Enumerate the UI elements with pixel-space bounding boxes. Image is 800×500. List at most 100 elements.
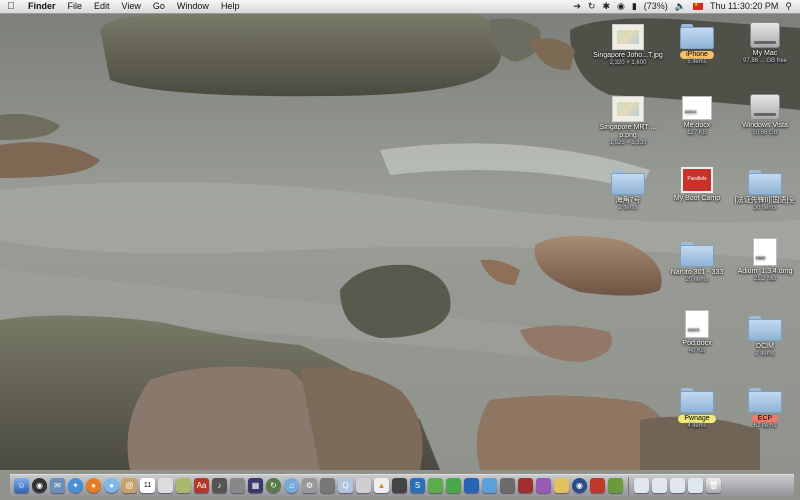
desktop-icon-forensic-folder[interactable]: [法证先锋II][国语]全 30 items — [730, 170, 800, 212]
desktop-icon-info: 50.86 GB — [752, 130, 778, 136]
desktop-icon-naruto-folder[interactable]: Naruto 301 - 333 20 items — [662, 242, 732, 284]
spotlight-search-icon[interactable]: ⚲ — [785, 0, 792, 13]
preview-icon[interactable] — [158, 478, 173, 493]
app-olive-icon[interactable] — [608, 478, 623, 493]
quicktime-icon[interactable]: Q — [338, 478, 353, 493]
image-file-icon — [612, 96, 644, 122]
folder-icon — [748, 316, 782, 341]
folder-icon — [680, 388, 714, 413]
applications-stack-icon[interactable] — [688, 478, 703, 493]
app-yellow-icon[interactable] — [554, 478, 569, 493]
automator-icon[interactable] — [230, 478, 245, 493]
app-green-icon[interactable] — [446, 478, 461, 493]
trash-icon[interactable]: 🗑 — [706, 478, 721, 493]
menu-bar:  Finder File Edit View Go Window Help ➔… — [0, 0, 800, 14]
battery-percent[interactable]: (73%) — [644, 0, 668, 13]
folder-icon — [680, 24, 714, 49]
vlc-icon[interactable]: ▲ — [374, 478, 389, 493]
desktop-icon-info: 1,925 × 1,339 — [609, 140, 647, 146]
desktop-icon-label: My Mac — [752, 50, 778, 57]
desktop-icon-ecp-folder[interactable]: ECP 62 items — [730, 388, 800, 430]
desktop-icon-dcim-folder[interactable]: DCIM 2 items — [730, 316, 800, 358]
bluetooth-icon[interactable]: ✱ — [602, 0, 610, 13]
ichat-icon[interactable]: ● — [104, 478, 119, 493]
desktop-icon-my-boot-camp[interactable]: Parallels My Boot Camp — [662, 167, 732, 203]
firefox-icon[interactable]: ● — [86, 478, 101, 493]
desktop-icon-info: 2 items — [618, 205, 638, 211]
photo-booth-icon[interactable] — [320, 478, 335, 493]
menu-file[interactable]: File — [62, 0, 89, 13]
desktop-icon-label: [法证先锋II][国语]全 — [734, 197, 796, 204]
menu-go[interactable]: Go — [147, 0, 171, 13]
time-machine-icon[interactable]: ↻ — [266, 478, 281, 493]
menu-app-name[interactable]: Finder — [22, 0, 62, 13]
globe-icon[interactable]: ◉ — [572, 478, 587, 493]
desktop-icon-adium-dmg[interactable]: DMG Adium_1.3.4.dmg 21.2 MB — [730, 238, 800, 283]
folder-icon — [748, 170, 782, 195]
ical-icon[interactable]: 11 — [140, 478, 155, 493]
apple-icon[interactable]:  — [0, 1, 22, 12]
menu-help[interactable]: Help — [215, 0, 246, 13]
desktop-icon-info: 21.2 MB — [753, 276, 777, 282]
finder-icon[interactable]: ☺ — [14, 478, 29, 493]
menu-clock[interactable]: Thu 11:30:20 PM — [710, 0, 778, 13]
folder-stack-icon[interactable] — [670, 478, 685, 493]
iphoto-icon[interactable] — [176, 478, 191, 493]
parallels-vm-icon: Parallels — [681, 167, 713, 193]
wifi-icon[interactable]: ◉ — [617, 0, 625, 13]
documents-stack-icon[interactable] — [634, 478, 649, 493]
desktop-icon-info: 2,320 × 1,600 — [609, 60, 647, 66]
downloads-stack-icon[interactable] — [652, 478, 667, 493]
address-book-icon[interactable]: @ — [122, 478, 137, 493]
activity-monitor-icon[interactable] — [392, 478, 407, 493]
app-gray-icon[interactable] — [500, 478, 515, 493]
battery-icon[interactable]: ▮ — [632, 0, 637, 13]
menu-window[interactable]: Window — [171, 0, 215, 13]
desktop-icon-me-docx[interactable]: DOCX Me.docx 127 KB — [662, 96, 732, 137]
dock: ☺ ◉ ✉ ✦ ● ● @ 11 Aa ♪ ▦ ↻ ♫ ⚙ Q ▲ S ◉ 🗑 — [10, 474, 794, 496]
app-purple-icon[interactable] — [536, 478, 551, 493]
desktop-icon-info: 62 items — [753, 423, 777, 429]
desktop-icon-info: 97.88 ... GB free — [742, 58, 788, 64]
word-document-icon: DOCX — [682, 96, 712, 120]
volume-icon[interactable]: 🔈 — [675, 0, 686, 13]
mail-icon[interactable]: ✉ — [50, 478, 65, 493]
desktop-icon-pod-docx[interactable]: DOCX Pod.docx 40 KB — [662, 310, 732, 355]
system-preferences-icon[interactable]: ⚙ — [302, 478, 317, 493]
desktop-icon-label: My Boot Camp — [673, 195, 721, 202]
time-machine-icon[interactable]: ↻ — [588, 0, 596, 13]
app-lightblue-icon[interactable] — [482, 478, 497, 493]
desktop-icon-singapore-mrt-png[interactable]: Singapore MRT ... p.png 1,925 × 1,339 — [593, 96, 663, 147]
desktop-icon-singapore-johor-jpg[interactable]: Singapore Joho...T.jpg 2,320 × 1,600 — [593, 24, 663, 67]
menu-edit[interactable]: Edit — [88, 0, 116, 13]
dashboard-icon[interactable]: ◉ — [32, 478, 47, 493]
desktop-icon-iphone-folder[interactable]: iPhone 5 items — [662, 24, 732, 66]
dictionary-icon[interactable]: Aa — [194, 478, 209, 493]
desktop-icon-label: Windows Vista — [742, 122, 788, 129]
app-dark-red-icon[interactable] — [590, 478, 605, 493]
menu-view[interactable]: View — [116, 0, 147, 13]
desktop-icon-haijiao-folder[interactable]: 海角7号 2 items — [593, 170, 663, 212]
disk-image-icon: DMG — [753, 238, 777, 266]
itunes-icon[interactable]: ♫ — [284, 478, 299, 493]
desktop-icon-windows-vista-disk[interactable]: Windows Vista 50.86 GB — [730, 94, 800, 137]
desktop-icon-label: Me.docx — [683, 122, 711, 129]
desktop-icon-pwnage-folder[interactable]: Pwnage 4 items — [662, 388, 732, 430]
spaces-icon[interactable]: ▦ — [248, 478, 263, 493]
desktop-icon-my-mac-disk[interactable]: My Mac 97.88 ... GB free — [730, 22, 800, 65]
transmission-icon[interactable] — [428, 478, 443, 493]
script-menu-icon[interactable]: ➔ — [573, 0, 581, 13]
app-red-icon[interactable] — [518, 478, 533, 493]
safari-icon[interactable]: ✦ — [68, 478, 83, 493]
hard-disk-icon — [750, 22, 780, 48]
folder-icon — [680, 242, 714, 267]
app-blue-icon[interactable] — [464, 478, 479, 493]
skype-icon[interactable]: S — [410, 478, 425, 493]
desktop-icon-info: 127 KB — [687, 130, 707, 136]
textedit-icon[interactable] — [356, 478, 371, 493]
desktop-icon-info: 2 items — [755, 351, 775, 357]
folder-icon — [611, 170, 645, 195]
guitar-icon[interactable]: ♪ — [212, 478, 227, 493]
input-source-flag-icon[interactable] — [693, 2, 704, 10]
image-file-icon — [612, 24, 644, 50]
